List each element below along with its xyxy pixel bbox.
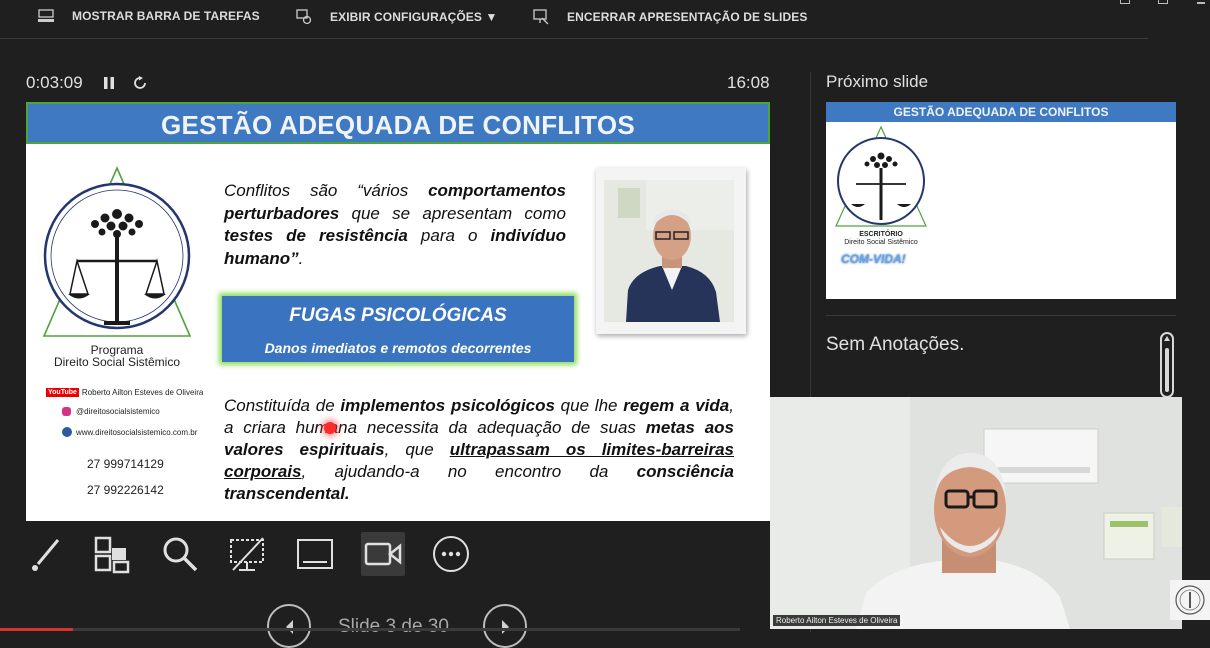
more-options-icon xyxy=(433,536,469,572)
next-slide-label: Próximo slide xyxy=(826,72,929,91)
fugas-title: FUGAS PSICOLÓGICAS xyxy=(289,305,507,326)
youtube-contact: YouTube Roberto Ailton Esteves de Olivei… xyxy=(46,388,203,397)
slide-title-banner: GESTÃO ADEQUADA DE CONFLITOS xyxy=(26,102,770,144)
arrow-right-icon xyxy=(502,620,509,634)
laser-pointer xyxy=(324,422,336,434)
website-text: www.direitosocialsistemico.com.br xyxy=(76,427,198,437)
next-slide-banner: GESTÃO ADEQUADA DE CONFLITOS xyxy=(826,102,1176,122)
show-taskbar-button[interactable]: MOSTRAR BARRA DE TAREFAS xyxy=(38,9,260,23)
end-slideshow-label: ENCERRAR APRESENTAÇÃO DE SLIDES xyxy=(567,10,808,24)
globe-icon xyxy=(62,427,72,437)
scroll-thumb[interactable] xyxy=(1165,348,1169,392)
presenter-camera-feed: Roberto Ailton Esteves de Oliveira xyxy=(770,397,1182,629)
camera-name-tag: Roberto Ailton Esteves de Oliveira xyxy=(773,615,901,626)
black-screen-icon xyxy=(230,537,264,571)
program-line2: Direito Social Sistêmico xyxy=(53,355,181,369)
speaker-photo-frame xyxy=(596,168,746,334)
progress-fill xyxy=(0,628,73,631)
speaker-notes: Sem Anotações. xyxy=(826,334,965,355)
escritorio-title: ESCRITÓRIO xyxy=(859,231,903,238)
instagram-contact: @direitosocialsistemico xyxy=(62,407,160,416)
presentation-timer: 0:03:09 xyxy=(26,73,147,93)
next-slide-button[interactable] xyxy=(483,604,527,648)
comvida-label: COM-VIDA! xyxy=(841,252,906,266)
notes-divider xyxy=(826,315,1176,316)
para2-bold: implementos psicológicos xyxy=(340,396,555,415)
website-contact: www.direitosocialsistemico.com.br xyxy=(62,427,197,437)
presenter-top-bar: MOSTRAR BARRA DE TAREFAS EXIBIR CONFIGUR… xyxy=(0,0,1210,39)
para2-text: , ajudando-a no encontro da xyxy=(301,462,637,481)
zoom-button[interactable] xyxy=(158,532,202,576)
end-slideshow-button[interactable]: ENCERRAR APRESENTAÇÃO DE SLIDES xyxy=(533,9,807,25)
instagram-text: @direitosocialsistemico xyxy=(76,407,160,416)
subtitles-button[interactable] xyxy=(293,532,337,576)
fugas-subtitle: Danos imediatos e remotos decorrentes xyxy=(264,340,532,356)
minimize-icon[interactable] xyxy=(1120,0,1130,4)
notes-scrollbar[interactable] xyxy=(1160,332,1174,398)
para2-text: , que xyxy=(384,440,450,459)
scroll-up-icon[interactable] xyxy=(1164,336,1170,341)
magnifier-icon xyxy=(163,537,198,572)
youtube-icon: YouTube xyxy=(46,388,79,397)
show-taskbar-label: MOSTRAR BARRA DE TAREFAS xyxy=(72,9,260,23)
para2-text: Constituída de xyxy=(224,396,341,415)
camera-toggle-button[interactable] xyxy=(361,532,405,576)
para2-text: que lhe xyxy=(554,396,624,415)
escritorio-label: ESCRITÓRIO Direito Social Sistêmico xyxy=(826,231,936,247)
more-options-button[interactable] xyxy=(429,532,473,576)
next-slide-logo-icon xyxy=(835,126,927,227)
direito-social-logo-icon xyxy=(42,166,192,337)
presentation-progress-bar xyxy=(0,628,740,631)
pen-icon xyxy=(32,539,60,571)
para1-text: que se apresentam como xyxy=(339,203,566,223)
para1-text: . xyxy=(298,248,304,268)
youtube-text: Roberto Ailton Esteves de Oliveira xyxy=(81,388,204,397)
see-all-slides-button[interactable] xyxy=(90,532,134,576)
previous-slide-button[interactable] xyxy=(267,604,311,648)
pen-tool-button[interactable] xyxy=(24,532,68,576)
para2-bold: regem a vida xyxy=(623,396,730,415)
conflict-definition-paragraph: Conflitos são “vários comportamentos per… xyxy=(224,180,566,270)
subtitles-icon xyxy=(297,539,333,569)
next-slide-preview[interactable]: GESTÃO ADEQUADA DE CONFLITOS ESCRITÓRIO … xyxy=(826,102,1176,299)
para1-bold: testes de resistência xyxy=(224,226,408,245)
speaker-photo xyxy=(604,180,734,322)
seal-logo xyxy=(1170,580,1210,620)
current-time: 16:08 xyxy=(727,73,770,92)
para1-text: para o xyxy=(407,226,491,245)
phone-2: 27 992226142 xyxy=(87,483,164,497)
seal-icon xyxy=(1175,585,1205,615)
end-slideshow-icon xyxy=(533,9,549,25)
slides-grid-icon xyxy=(94,536,130,574)
program-label: Programa Direito Social Sistêmico xyxy=(46,344,188,368)
display-settings-label: EXIBIR CONFIGURAÇÕES ▼ xyxy=(330,10,498,24)
fugas-psicologicas-box: FUGAS PSICOLÓGICAS Danos imediatos e rem… xyxy=(222,296,574,362)
instagram-icon xyxy=(62,407,71,416)
para1-text: Conflitos são “vários xyxy=(224,181,429,200)
reset-timer-icon[interactable] xyxy=(133,76,147,90)
camera-icon xyxy=(364,542,402,566)
close-icon[interactable] xyxy=(1197,0,1205,4)
escritorio-sub: Direito Social Sistêmico xyxy=(844,239,918,246)
presenter-video xyxy=(770,397,1182,629)
next-slide-title: GESTÃO ADEQUADA DE CONFLITOS xyxy=(893,105,1109,119)
current-slide[interactable]: GESTÃO ADEQUADA DE CONFLITOS Programa Di… xyxy=(26,102,770,521)
slide-title: GESTÃO ADEQUADA DE CONFLITOS xyxy=(160,110,635,140)
display-settings-button[interactable]: EXIBIR CONFIGURAÇÕES ▼ xyxy=(296,9,497,25)
restore-icon[interactable] xyxy=(1158,0,1168,4)
pause-icon[interactable] xyxy=(103,76,115,90)
taskbar-icon xyxy=(38,9,54,22)
display-settings-icon xyxy=(296,9,312,25)
top-divider xyxy=(0,38,1148,39)
arrow-left-icon xyxy=(286,620,293,634)
phone-1: 27 999714129 xyxy=(87,457,164,471)
implements-paragraph: Constituída de implementos psicológicos … xyxy=(224,395,734,505)
slide-counter: Slide 3 de 30 xyxy=(338,616,449,637)
black-screen-button[interactable] xyxy=(225,532,269,576)
elapsed-time: 0:03:09 xyxy=(26,73,83,92)
